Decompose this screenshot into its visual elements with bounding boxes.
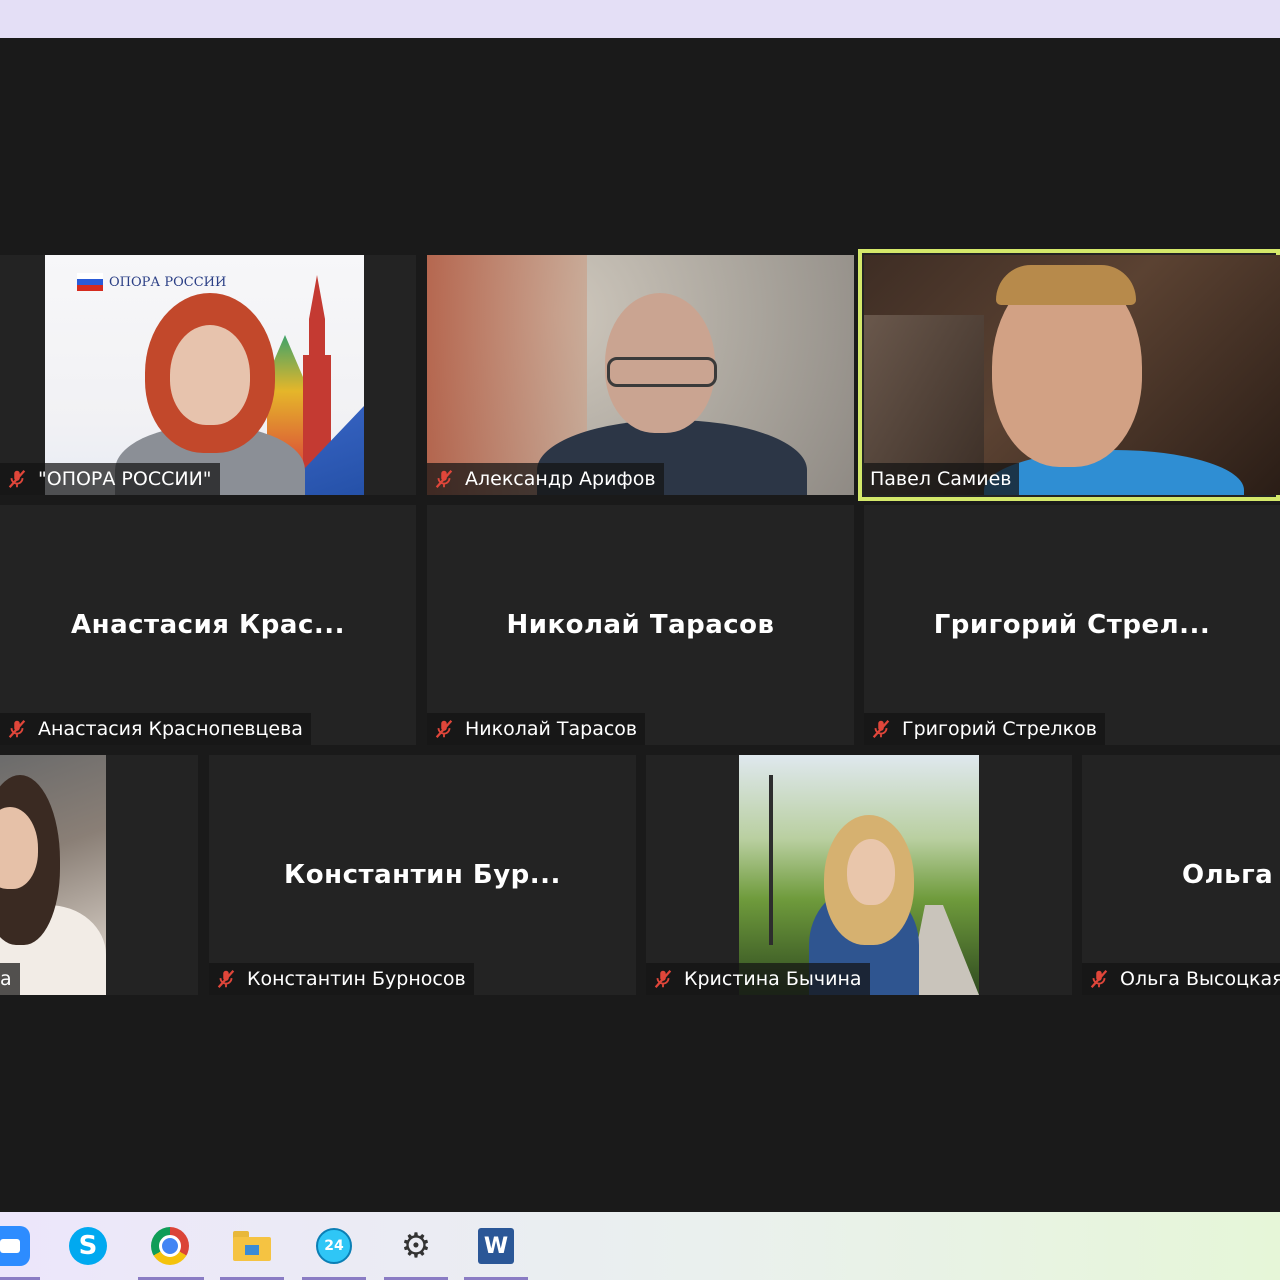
participant-video — [739, 755, 979, 995]
participant-name: Константин Бурносов — [247, 968, 466, 990]
participant-tile-tarasov[interactable]: Николай Тарасов Николай Тарасов — [427, 505, 854, 745]
mic-muted-icon — [435, 719, 453, 739]
glasses — [607, 357, 717, 387]
window-title-bar — [0, 0, 1280, 38]
participant-name: Николай Тарасов — [465, 718, 638, 740]
settings-icon[interactable]: ⚙ — [394, 1224, 438, 1268]
mic-muted-icon — [1090, 969, 1108, 989]
chrome-icon[interactable] — [148, 1224, 192, 1268]
participant-name: Анастасия Краснопевцева — [38, 718, 303, 740]
mic-muted-icon — [217, 969, 235, 989]
participant-display-name: Николай Тарасов — [506, 610, 775, 640]
participant-name: Александр Арифов — [465, 468, 656, 490]
participant-video: ОПОРА РОССИИ — [45, 255, 364, 495]
participant-name-label: Анастасия Краснопевцева — [0, 713, 311, 745]
participant-name: Павел Самиев — [870, 468, 1012, 490]
participant-display-name: Константин Бур... — [284, 860, 561, 890]
participant-tile-strelkov[interactable]: Григорий Стрел... Григорий Стрелков — [864, 505, 1280, 745]
participant-name: а — [0, 968, 12, 990]
participant-name-label: Ольга Высоцкая — [1082, 963, 1280, 995]
participant-display-name: Ольга В — [1182, 860, 1280, 890]
participant-tile-bychina[interactable]: Кристина Бычина — [646, 755, 1072, 995]
participant-name-label: а — [0, 963, 20, 995]
participant-video — [864, 255, 1280, 495]
lamp-post — [769, 775, 773, 945]
participant-video — [427, 255, 854, 495]
opora-logo-text: ОПОРА РОССИИ — [109, 275, 227, 290]
participant-name-label: Павел Самиев — [864, 463, 1020, 495]
mic-muted-icon — [872, 719, 890, 739]
skype-icon[interactable]: S — [66, 1224, 110, 1268]
participant-name: Кристина Бычина — [684, 968, 862, 990]
participant-display-name: Григорий Стрел... — [933, 610, 1211, 640]
participant-video — [0, 755, 106, 995]
participant-name: "ОПОРА РОССИИ" — [38, 468, 212, 490]
zoom-icon[interactable] — [0, 1224, 32, 1268]
participant-name-label: Кристина Бычина — [646, 963, 870, 995]
word-icon[interactable]: W — [474, 1224, 518, 1268]
participant-tile-vysotskaya[interactable]: Ольга В Ольга Высоцкая — [1082, 755, 1280, 995]
participant-name-label: Григорий Стрелков — [864, 713, 1105, 745]
participant-name-label: Николай Тарасов — [427, 713, 646, 745]
participant-name-label: Александр Арифов — [427, 463, 664, 495]
participant-tile-krasnopevtseva[interactable]: Анастасия Крас... Анастасия Краснопевцев… — [0, 505, 416, 745]
participant-name-label: "ОПОРА РОССИИ" — [0, 463, 220, 495]
bitrix24-icon[interactable]: 24 — [312, 1224, 356, 1268]
participant-display-name: Анастасия Крас... — [71, 610, 345, 640]
file-explorer-icon[interactable] — [230, 1224, 274, 1268]
mic-muted-icon — [8, 719, 26, 739]
person-body — [984, 450, 1244, 495]
taskbar: S 24 ⚙ W — [0, 1212, 1280, 1280]
person-face — [847, 839, 895, 905]
participant-tile-samiev[interactable]: Павел Самиев — [858, 249, 1280, 501]
mic-muted-icon — [435, 469, 453, 489]
participant-name: Ольга Высоцкая — [1120, 968, 1280, 990]
mic-muted-icon — [654, 969, 672, 989]
mic-muted-icon — [8, 469, 26, 489]
person-face — [170, 325, 250, 425]
participant-name-label: Константин Бурносов — [209, 963, 474, 995]
gallery-view: ОПОРА РОССИИ "ОПОРА РОССИИ" Александр Ар… — [0, 38, 1280, 1212]
person-hair — [996, 265, 1136, 305]
participant-tile-burnosov[interactable]: Константин Бур... Константин Бурносов — [209, 755, 636, 995]
participant-tile-arifov[interactable]: Александр Арифов — [427, 255, 854, 495]
flag-icon — [77, 273, 103, 291]
participant-name: Григорий Стрелков — [902, 718, 1097, 740]
participant-tile-left-partial[interactable]: а — [0, 755, 198, 995]
participant-tile-opora[interactable]: ОПОРА РОССИИ "ОПОРА РОССИИ" — [0, 255, 416, 495]
